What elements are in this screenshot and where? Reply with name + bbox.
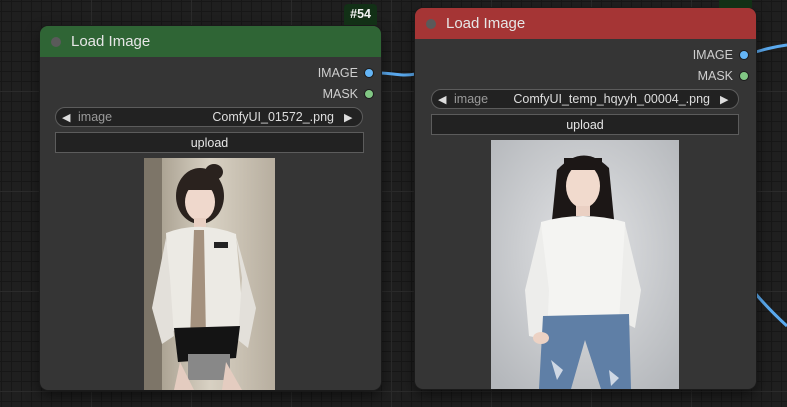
upload-button[interactable]: upload (431, 114, 739, 135)
combo-label: image (78, 110, 113, 124)
output-dot-icon[interactable] (740, 50, 748, 59)
combo-right-arrow-icon[interactable]: ▶ (720, 93, 732, 106)
image-preview (491, 140, 679, 389)
node-id-badge: #54 (344, 4, 377, 25)
combo-value: ComfyUI_temp_hqyyh_00004_.png (513, 92, 710, 106)
image-combo-widget[interactable]: ◀ image ComfyUI_01572_.png ▶ (55, 107, 363, 127)
node-outputs: IMAGE MASK (318, 62, 373, 104)
output-dot-icon[interactable] (365, 89, 373, 98)
node-outputs: IMAGE MASK (693, 44, 748, 86)
combo-left-arrow-icon[interactable]: ◀ (62, 111, 74, 124)
output-label: MASK (322, 86, 358, 101)
image-combo-widget[interactable]: ◀ image ComfyUI_temp_hqyyh_00004_.png ▶ (431, 89, 739, 109)
output-slot-mask[interactable]: MASK (318, 83, 373, 104)
link-wire[interactable] (753, 292, 787, 328)
node-title: Load Image (446, 15, 526, 32)
output-label: IMAGE (317, 65, 358, 80)
node-header[interactable]: Load Image (40, 26, 381, 57)
node-header[interactable]: Load Image (415, 8, 756, 39)
output-dot-icon[interactable] (365, 68, 373, 77)
output-slot-image[interactable]: IMAGE (318, 62, 373, 83)
upload-button[interactable]: upload (55, 132, 364, 153)
image-preview-woman-white-shirt-tie-icon (144, 158, 275, 390)
load-image-node[interactable]: #17 Load Image IMAGE MASK ◀ image ComfyU… (415, 0, 756, 389)
collapse-toggle-icon[interactable] (51, 36, 61, 47)
combo-label: image (454, 92, 489, 106)
image-preview-woman-white-sweater-jeans-icon (491, 140, 679, 389)
node-title: Load Image (71, 33, 151, 50)
load-image-node[interactable]: #54 Load Image IMAGE MASK ◀ image ComfyU… (40, 4, 381, 390)
output-dot-icon[interactable] (740, 71, 748, 80)
node-id-badge: #17 (719, 0, 752, 8)
collapse-toggle-icon[interactable] (426, 18, 436, 29)
combo-left-arrow-icon[interactable]: ◀ (438, 93, 450, 106)
output-slot-image[interactable]: IMAGE (693, 44, 748, 65)
combo-right-arrow-icon[interactable]: ▶ (344, 111, 356, 124)
output-slot-mask[interactable]: MASK (693, 65, 748, 86)
output-label: MASK (697, 68, 733, 83)
image-preview (144, 158, 275, 390)
output-label: IMAGE (692, 47, 733, 62)
combo-value: ComfyUI_01572_.png (212, 110, 334, 124)
